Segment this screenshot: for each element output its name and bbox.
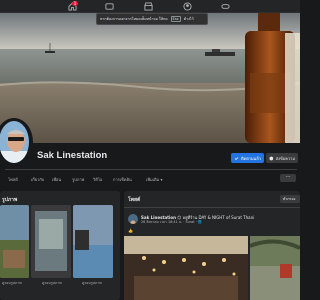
follow-check-icon [234, 156, 239, 160]
following-button[interactable]: ติดตามแล้ว [231, 153, 264, 163]
tooltip-text: หากต้องการออกจากโหมดเต็มหน้าจอ ให้กด [100, 17, 168, 21]
tab-about[interactable]: เกี่ยวกับ [31, 176, 44, 183]
more-options-button[interactable]: ··· [280, 174, 296, 182]
photo-thumb-1[interactable] [0, 205, 29, 278]
following-label: ติดตามแล้ว [241, 155, 261, 161]
tab-photos[interactable]: รูปภาพ [72, 176, 84, 183]
cover-photo[interactable] [0, 13, 300, 143]
posts-divider [124, 207, 300, 208]
post-text: 👍 [128, 228, 133, 233]
message-label: ส่งข้อความ [275, 155, 295, 161]
photo-label-3: ดูรอบรูปภาพ [82, 281, 102, 285]
photo-label-1: ดูรอบรูปภาพ [2, 281, 22, 285]
tooltip-suffix: ค้างไว้ [183, 17, 194, 21]
profile-tabs: โพสต์ เกี่ยวกับ เพื่อน รูปภาพ วิดีโอ การ… [0, 172, 300, 185]
post-author-avatar[interactable] [128, 214, 138, 224]
fullscreen-exit-tooltip: หากต้องการออกจากโหมดเต็มหน้าจอ ให้กด Esc… [96, 13, 208, 25]
post-image-2[interactable] [250, 236, 300, 300]
top-navigation-bar: 1 [0, 0, 300, 13]
tab-videos[interactable]: วิดีโอ [93, 176, 102, 183]
messenger-icon [269, 156, 274, 160]
groups-icon[interactable] [183, 2, 192, 11]
video-icon[interactable] [105, 2, 114, 11]
tab-checkins[interactable]: การเช็คอิน [113, 176, 132, 183]
post-image-1[interactable] [124, 236, 248, 300]
tab-friends[interactable]: เพื่อน [52, 176, 61, 183]
profile-name: Sak Linestation [37, 150, 108, 161]
photo-thumb-2[interactable] [31, 205, 71, 278]
tab-more[interactable]: เพิ่มเติม ▾ [146, 176, 163, 183]
posts-header: โพสต์ [128, 197, 141, 203]
filter-button[interactable]: ตัวกรอง [280, 195, 300, 203]
message-button[interactable]: ส่งข้อความ [266, 153, 298, 163]
photo-thumb-3[interactable] [73, 205, 113, 278]
profile-divider [5, 169, 297, 170]
notification-count-badge: 1 [72, 1, 78, 6]
gaming-icon[interactable] [221, 2, 230, 11]
photos-card-header[interactable]: รูปภาพ [2, 196, 17, 204]
tab-posts[interactable]: โพสต์ [8, 176, 18, 183]
photo-label-2: ดูรอบรูปภาพ [42, 281, 62, 285]
post-timestamp[interactable]: 26 สิงหาคม เวลา 16:41 น. · Surat · 🌐 [141, 220, 202, 225]
marketplace-icon[interactable] [144, 2, 153, 11]
esc-key-hint: Esc [170, 16, 181, 22]
